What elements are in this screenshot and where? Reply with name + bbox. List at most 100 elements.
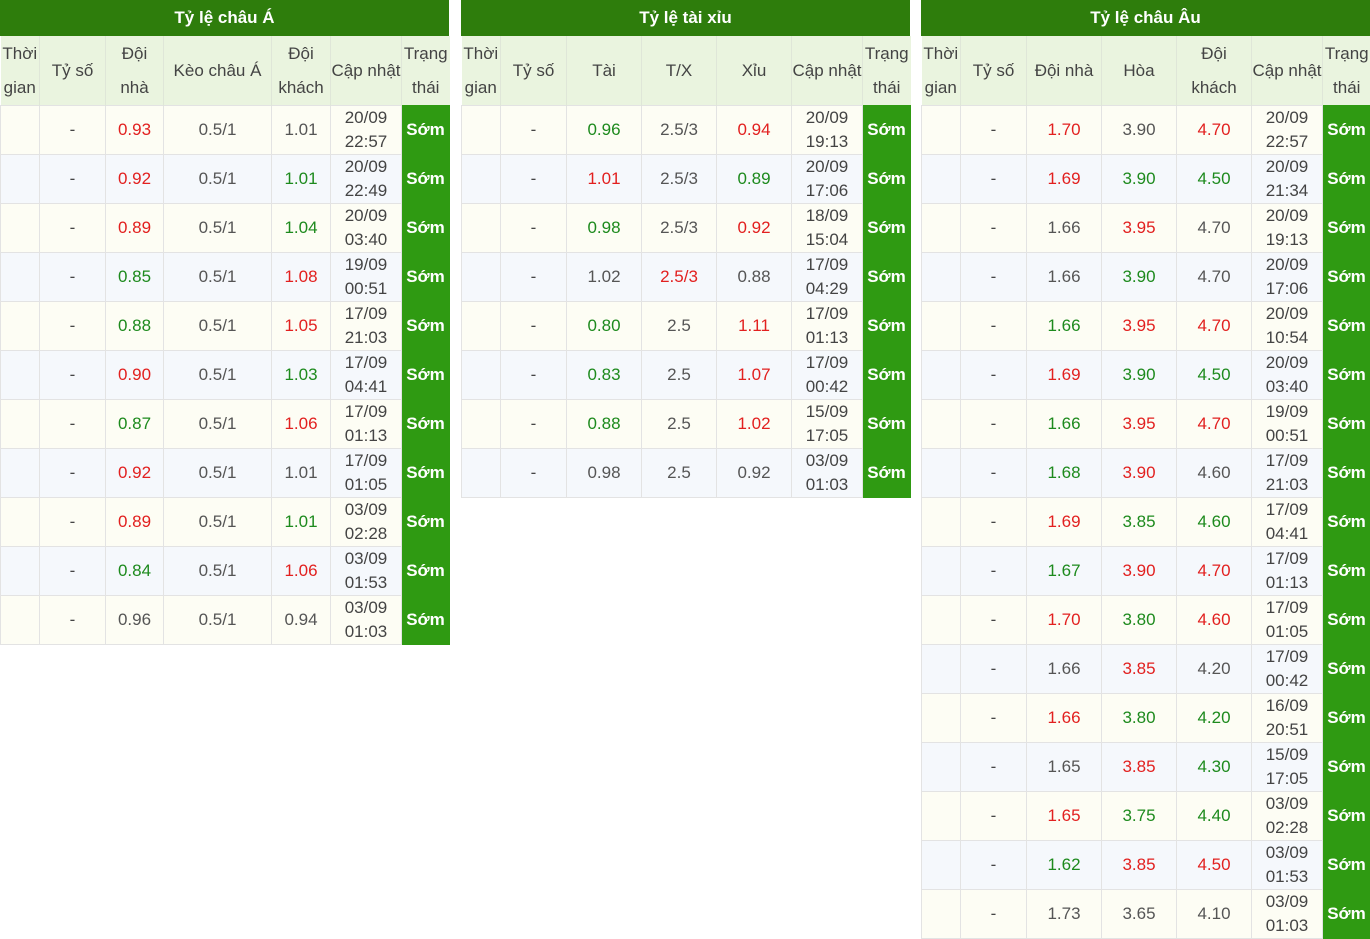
european-odds-panel: Tỷ lệ châu Âu Thời gian Tỷ số Đội nhà Hò… xyxy=(921,0,1370,939)
time-cell xyxy=(922,743,961,792)
time-cell xyxy=(922,694,961,743)
status-badge[interactable]: Sớm xyxy=(1323,890,1370,939)
col-header-over: Tài xyxy=(567,36,642,106)
status-badge[interactable]: Sớm xyxy=(1323,204,1370,253)
status-badge[interactable]: Sớm xyxy=(402,596,450,645)
time-cell xyxy=(1,302,40,351)
draw-odds-cell: 3.85 xyxy=(1102,743,1177,792)
draw-odds-cell: 3.85 xyxy=(1102,841,1177,890)
status-badge[interactable]: Sớm xyxy=(863,204,911,253)
table-row: -1.733.654.1003/09 01:03Sớm xyxy=(922,890,1370,939)
update-time-cell: 17/09 04:29 xyxy=(792,253,863,302)
col-header-score: Tỷ số xyxy=(501,36,567,106)
time-cell xyxy=(1,253,40,302)
status-badge[interactable]: Sớm xyxy=(1323,351,1370,400)
score-cell: - xyxy=(961,204,1027,253)
update-time-cell: 20/09 17:06 xyxy=(1252,253,1323,302)
score-cell: - xyxy=(40,449,106,498)
update-time-cell: 20/09 19:13 xyxy=(792,106,863,155)
status-badge[interactable]: Sớm xyxy=(402,106,450,155)
table-row: -1.663.904.7020/09 17:06Sớm xyxy=(922,253,1370,302)
away-odds-cell: 4.40 xyxy=(1177,792,1252,841)
col-header-update: Cập nhật xyxy=(331,36,402,106)
status-badge[interactable]: Sớm xyxy=(1323,155,1370,204)
status-badge[interactable]: Sớm xyxy=(1323,302,1370,351)
table-row: -1.673.904.7017/09 01:13Sớm xyxy=(922,547,1370,596)
time-cell xyxy=(462,253,501,302)
update-time-cell: 20/09 10:54 xyxy=(1252,302,1323,351)
away-odds-cell: 4.70 xyxy=(1177,204,1252,253)
status-badge[interactable]: Sớm xyxy=(863,155,911,204)
status-badge[interactable]: Sớm xyxy=(1323,694,1370,743)
col-header-home: Đội nhà xyxy=(1027,36,1102,106)
status-badge[interactable]: Sớm xyxy=(1323,547,1370,596)
status-badge[interactable]: Sớm xyxy=(402,302,450,351)
status-badge[interactable]: Sớm xyxy=(402,498,450,547)
update-time-cell: 19/09 00:51 xyxy=(1252,400,1323,449)
line-cell: 0.5/1 xyxy=(164,351,272,400)
status-badge[interactable]: Sớm xyxy=(1323,449,1370,498)
home-odds-cell: 1.69 xyxy=(1027,498,1102,547)
update-time-cell: 17/09 00:42 xyxy=(792,351,863,400)
status-badge[interactable]: Sớm xyxy=(402,400,450,449)
status-badge[interactable]: Sớm xyxy=(1323,106,1370,155)
update-time-cell: 17/09 01:05 xyxy=(331,449,402,498)
score-cell: - xyxy=(961,841,1027,890)
status-badge[interactable]: Sớm xyxy=(402,204,450,253)
time-cell xyxy=(1,400,40,449)
under-odds-cell: 0.89 xyxy=(717,155,792,204)
home-odds-cell: 1.66 xyxy=(1027,645,1102,694)
status-badge[interactable]: Sớm xyxy=(1323,841,1370,890)
status-badge[interactable]: Sớm xyxy=(1323,253,1370,302)
status-badge[interactable]: Sớm xyxy=(1323,645,1370,694)
status-badge[interactable]: Sớm xyxy=(863,400,911,449)
home-odds-cell: 1.62 xyxy=(1027,841,1102,890)
score-cell: - xyxy=(40,498,106,547)
status-badge[interactable]: Sớm xyxy=(863,449,911,498)
status-badge[interactable]: Sớm xyxy=(1323,596,1370,645)
score-cell: - xyxy=(961,302,1027,351)
away-odds-cell: 1.04 xyxy=(272,204,331,253)
status-badge[interactable]: Sớm xyxy=(402,253,450,302)
status-badge[interactable]: Sớm xyxy=(1323,400,1370,449)
status-badge[interactable]: Sớm xyxy=(863,106,911,155)
status-badge[interactable]: Sớm xyxy=(402,155,450,204)
status-badge[interactable]: Sớm xyxy=(863,351,911,400)
table-row: -1.012.5/30.8920/09 17:06Sớm xyxy=(462,155,911,204)
line-cell: 0.5/1 xyxy=(164,596,272,645)
home-odds-cell: 0.88 xyxy=(106,302,164,351)
update-time-cell: 17/09 01:13 xyxy=(792,302,863,351)
update-time-cell: 17/09 21:03 xyxy=(1252,449,1323,498)
update-time-cell: 20/09 17:06 xyxy=(792,155,863,204)
update-time-cell: 20/09 03:40 xyxy=(331,204,402,253)
away-odds-cell: 1.05 xyxy=(272,302,331,351)
home-odds-cell: 1.66 xyxy=(1027,400,1102,449)
draw-odds-cell: 3.80 xyxy=(1102,596,1177,645)
score-cell: - xyxy=(40,302,106,351)
away-odds-cell: 1.01 xyxy=(272,449,331,498)
line-cell: 0.5/1 xyxy=(164,155,272,204)
status-badge[interactable]: Sớm xyxy=(1323,792,1370,841)
line-cell: 0.5/1 xyxy=(164,498,272,547)
col-header-update: Cập nhật xyxy=(792,36,863,106)
status-badge[interactable]: Sớm xyxy=(1323,743,1370,792)
status-badge[interactable]: Sớm xyxy=(863,302,911,351)
status-badge[interactable]: Sớm xyxy=(863,253,911,302)
status-badge[interactable]: Sớm xyxy=(402,351,450,400)
status-badge[interactable]: Sớm xyxy=(1323,498,1370,547)
time-cell xyxy=(922,106,961,155)
col-header-status: Trạng thái xyxy=(1323,36,1370,106)
home-odds-cell: 1.73 xyxy=(1027,890,1102,939)
home-odds-cell: 1.70 xyxy=(1027,596,1102,645)
score-cell: - xyxy=(40,204,106,253)
update-time-cell: 15/09 17:05 xyxy=(1252,743,1323,792)
draw-odds-cell: 3.85 xyxy=(1102,498,1177,547)
home-odds-cell: 0.89 xyxy=(106,204,164,253)
status-badge[interactable]: Sớm xyxy=(402,547,450,596)
draw-odds-cell: 3.90 xyxy=(1102,106,1177,155)
score-cell: - xyxy=(961,155,1027,204)
status-badge[interactable]: Sớm xyxy=(402,449,450,498)
home-odds-cell: 0.96 xyxy=(106,596,164,645)
over-under-title: Tỷ lệ tài xỉu xyxy=(461,0,910,36)
score-cell: - xyxy=(40,547,106,596)
